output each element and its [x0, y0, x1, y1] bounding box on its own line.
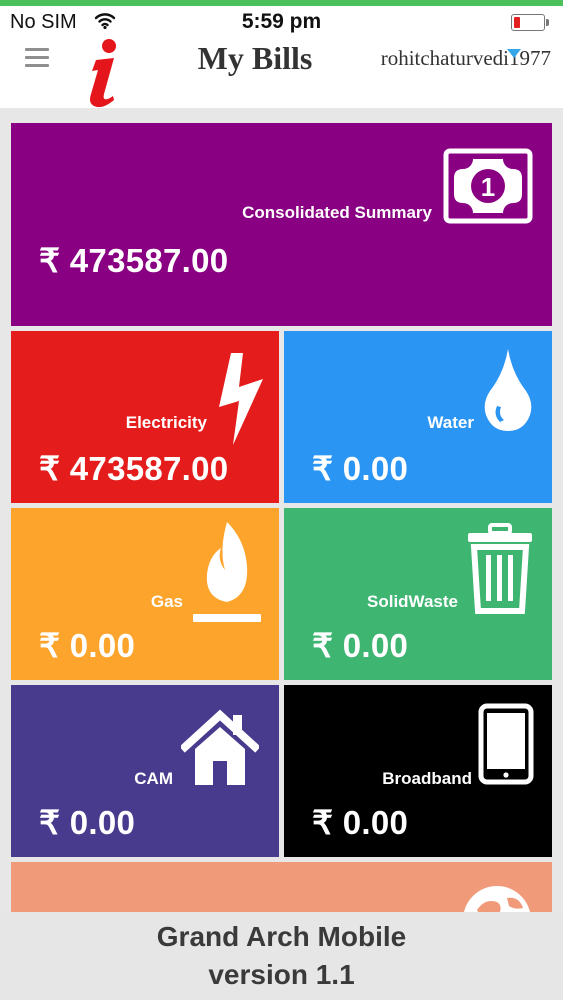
- home-icon: [181, 709, 259, 785]
- nav-bar: My Bills rohitchaturvedi1977: [0, 38, 563, 108]
- cam-label: CAM: [134, 769, 173, 788]
- broadband-label: Broadband: [382, 769, 472, 788]
- tablet-icon: [478, 703, 534, 785]
- username-label[interactable]: rohitchaturvedi1977: [381, 46, 551, 71]
- gas-amount: ₹ 0.00: [39, 627, 136, 664]
- lightning-icon: [219, 353, 263, 445]
- solidwaste-tile[interactable]: SolidWaste ₹ 0.00: [284, 508, 552, 680]
- footer-version: version 1.1: [208, 959, 355, 990]
- solidwaste-amount: ₹ 0.00: [312, 627, 409, 664]
- broadband-tile[interactable]: Broadband ₹ 0.00: [284, 685, 552, 857]
- consolidated-summary-tile[interactable]: 1 Consolidated Summary ₹ 473587.00: [11, 123, 552, 326]
- solidwaste-label: SolidWaste: [367, 592, 458, 611]
- electricity-label: Electricity: [125, 413, 207, 432]
- water-tile[interactable]: Water ₹ 0.00: [284, 331, 552, 503]
- broadband-amount: ₹ 0.00: [312, 804, 409, 841]
- status-time: 5:59 pm: [241, 10, 322, 33]
- flame-icon: [193, 522, 261, 622]
- electricity-amount: ₹ 473587.00: [39, 450, 229, 487]
- consolidated-summary-label: Consolidated Summary: [242, 203, 432, 222]
- trash-icon: [468, 523, 532, 614]
- electricity-tile[interactable]: Electricity ₹ 473587.00: [11, 331, 279, 503]
- gas-tile[interactable]: Gas ₹ 0.00: [11, 508, 279, 680]
- footer: Grand Arch Mobile version 1.1: [0, 912, 563, 1000]
- next-tile-partial[interactable]: [11, 862, 552, 916]
- cam-amount: ₹ 0.00: [39, 804, 136, 841]
- user-dropdown-indicator[interactable]: [507, 49, 521, 58]
- water-drop-icon: [484, 349, 532, 431]
- battery-icon: [511, 14, 549, 31]
- water-amount: ₹ 0.00: [312, 450, 409, 487]
- banknote-icon: 1: [443, 148, 533, 224]
- cam-tile[interactable]: CAM ₹ 0.00: [11, 685, 279, 857]
- water-label: Water: [427, 413, 474, 432]
- consolidated-summary-amount: ₹ 473587.00: [39, 242, 229, 279]
- gas-label: Gas: [150, 592, 183, 611]
- svg-text:1: 1: [481, 172, 495, 202]
- footer-app-name: Grand Arch Mobile: [156, 921, 407, 952]
- bills-tile-grid: 1 Consolidated Summary ₹ 473587.00 Elect…: [0, 108, 563, 916]
